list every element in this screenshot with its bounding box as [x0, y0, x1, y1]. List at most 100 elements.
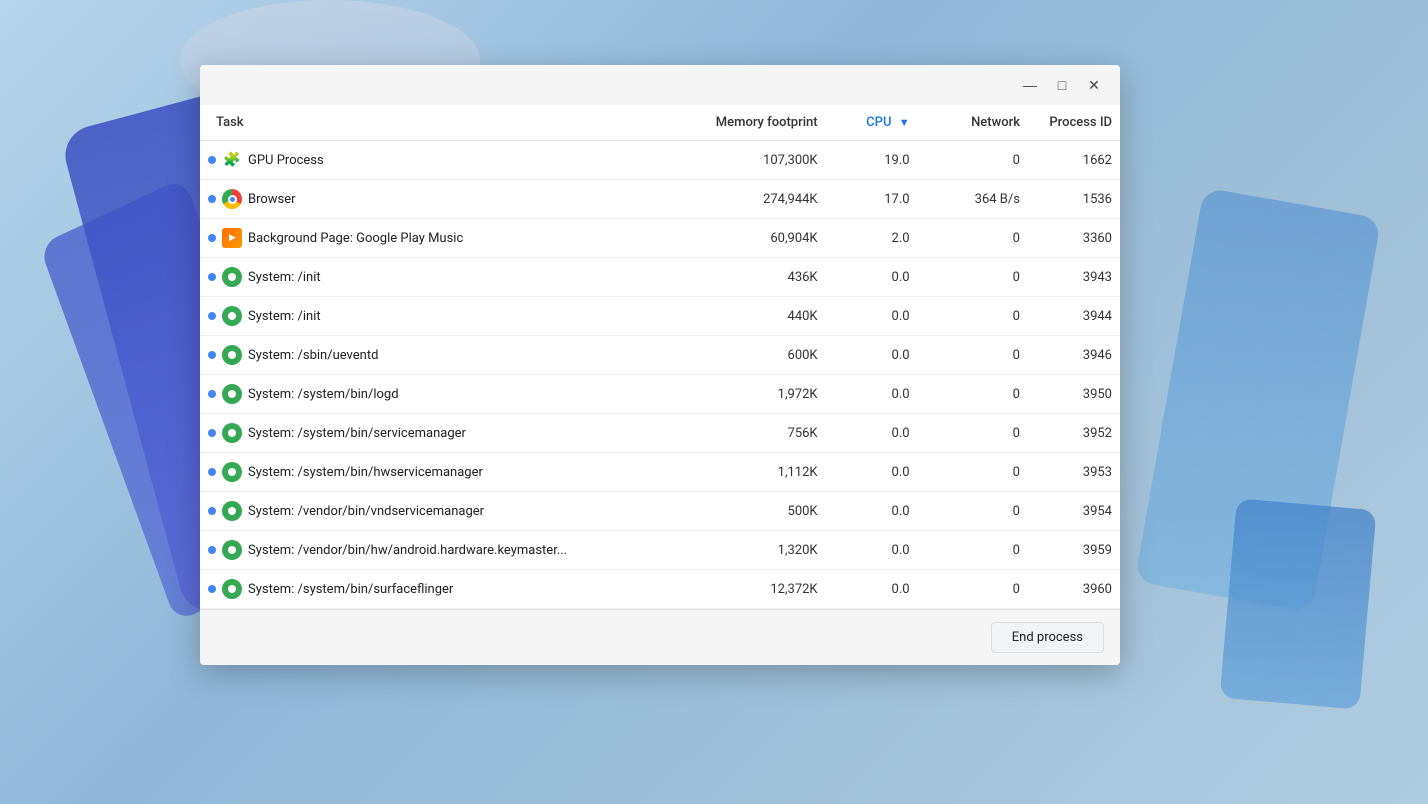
status-dot: [208, 507, 216, 515]
task-name: System: /vendor/bin/vndservicemanager: [248, 504, 484, 519]
maximize-button[interactable]: □: [1048, 71, 1076, 99]
col-header-cpu[interactable]: CPU ▼: [826, 105, 918, 141]
task-cell: Background Page: Google Play Music: [200, 219, 706, 258]
status-dot: [208, 234, 216, 242]
task-name: Background Page: Google Play Music: [248, 231, 463, 246]
system-icon: [222, 345, 242, 365]
network-cell: 0: [918, 453, 1028, 492]
system-icon: [222, 267, 242, 287]
status-dot: [208, 585, 216, 593]
memory-cell: 12,372K: [706, 570, 826, 609]
cpu-cell: 0.0: [826, 375, 918, 414]
task-cell: System: /sbin/ueventd: [200, 336, 706, 375]
minimize-button[interactable]: —: [1016, 71, 1044, 99]
pid-cell: 1536: [1028, 180, 1120, 219]
process-table: Task Memory footprint CPU ▼ Network Proc…: [200, 105, 1120, 609]
network-cell: 364 B/s: [918, 180, 1028, 219]
cpu-cell: 0.0: [826, 297, 918, 336]
gpm-icon: [222, 228, 242, 248]
task-name: System: /system/bin/surfaceflinger: [248, 582, 453, 597]
puzzle-icon: 🧩: [222, 150, 242, 170]
network-cell: 0: [918, 297, 1028, 336]
table-row[interactable]: System: /vendor/bin/vndservicemanager 500…: [200, 492, 1120, 531]
pid-cell: 3943: [1028, 258, 1120, 297]
status-dot: [208, 546, 216, 554]
table-row[interactable]: System: /system/bin/hwservicemanager 1,11…: [200, 453, 1120, 492]
close-icon: ✕: [1088, 77, 1100, 94]
status-dot: [208, 195, 216, 203]
task-name: System: /system/bin/servicemanager: [248, 426, 466, 441]
task-cell: System: /system/bin/servicemanager: [200, 414, 706, 453]
network-cell: 0: [918, 336, 1028, 375]
system-icon: [222, 501, 242, 521]
sort-arrow-icon: ▼: [899, 116, 910, 129]
task-name: System: /sbin/ueventd: [248, 348, 378, 363]
system-icon: [222, 462, 242, 482]
col-header-memory[interactable]: Memory footprint: [706, 105, 826, 141]
bg-shape-right2: [1220, 498, 1377, 709]
task-cell: System: /vendor/bin/vndservicemanager: [200, 492, 706, 531]
pid-cell: 3950: [1028, 375, 1120, 414]
network-cell: 0: [918, 375, 1028, 414]
network-cell: 0: [918, 492, 1028, 531]
cpu-cell: 0.0: [826, 453, 918, 492]
window-controls: — □ ✕: [1016, 71, 1108, 99]
task-name: GPU Process: [248, 153, 324, 168]
status-dot: [208, 273, 216, 281]
table-row[interactable]: System: /init436K0.003943: [200, 258, 1120, 297]
system-icon: [222, 306, 242, 326]
memory-cell: 436K: [706, 258, 826, 297]
task-cell: System: /vendor/bin/hw/android.hardware.…: [200, 531, 706, 570]
table-header-row: Task Memory footprint CPU ▼ Network Proc…: [200, 105, 1120, 141]
table-row[interactable]: System: /system/bin/surfaceflinger 12,372…: [200, 570, 1120, 609]
maximize-icon: □: [1058, 77, 1066, 93]
system-icon: [222, 423, 242, 443]
cpu-cell: 17.0: [826, 180, 918, 219]
task-cell: Browser: [200, 180, 706, 219]
close-button[interactable]: ✕: [1080, 71, 1108, 99]
memory-cell: 1,972K: [706, 375, 826, 414]
task-cell: System: /system/bin/logd: [200, 375, 706, 414]
pid-cell: 1662: [1028, 141, 1120, 180]
task-name: Browser: [248, 192, 296, 207]
process-table-container: Task Memory footprint CPU ▼ Network Proc…: [200, 105, 1120, 609]
task-name: System: /system/bin/hwservicemanager: [248, 465, 483, 480]
status-dot: [208, 156, 216, 164]
table-row[interactable]: System: /init440K0.003944: [200, 297, 1120, 336]
table-row[interactable]: System: /sbin/ueventd600K0.003946: [200, 336, 1120, 375]
status-dot: [208, 468, 216, 476]
footer: End process: [200, 609, 1120, 665]
table-row[interactable]: System: /system/bin/logd1,972K0.003950: [200, 375, 1120, 414]
memory-cell: 60,904K: [706, 219, 826, 258]
title-bar: — □ ✕: [200, 65, 1120, 105]
col-header-network[interactable]: Network: [918, 105, 1028, 141]
table-row[interactable]: System: /vendor/bin/hw/android.hardware.…: [200, 531, 1120, 570]
network-cell: 0: [918, 414, 1028, 453]
task-cell: 🧩 GPU Process: [200, 141, 706, 180]
memory-cell: 756K: [706, 414, 826, 453]
pid-cell: 3953: [1028, 453, 1120, 492]
table-row[interactable]: Background Page: Google Play Music 60,904…: [200, 219, 1120, 258]
table-row[interactable]: System: /system/bin/servicemanager756K0.…: [200, 414, 1120, 453]
col-header-task[interactable]: Task: [200, 105, 706, 141]
status-dot: [208, 351, 216, 359]
table-row[interactable]: 🧩GPU Process107,300K19.001662: [200, 141, 1120, 180]
network-cell: 0: [918, 531, 1028, 570]
pid-cell: 3960: [1028, 570, 1120, 609]
network-cell: 0: [918, 141, 1028, 180]
pid-cell: 3954: [1028, 492, 1120, 531]
minimize-icon: —: [1023, 77, 1037, 93]
memory-cell: 500K: [706, 492, 826, 531]
end-process-button[interactable]: End process: [991, 622, 1104, 653]
memory-cell: 1,112K: [706, 453, 826, 492]
memory-cell: 600K: [706, 336, 826, 375]
pid-cell: 3959: [1028, 531, 1120, 570]
col-header-pid[interactable]: Process ID: [1028, 105, 1120, 141]
task-cell: System: /init: [200, 258, 706, 297]
cpu-cell: 0.0: [826, 570, 918, 609]
system-icon: [222, 579, 242, 599]
pid-cell: 3946: [1028, 336, 1120, 375]
table-row[interactable]: Browser274,944K17.0364 B/s1536: [200, 180, 1120, 219]
memory-cell: 107,300K: [706, 141, 826, 180]
cpu-cell: 2.0: [826, 219, 918, 258]
